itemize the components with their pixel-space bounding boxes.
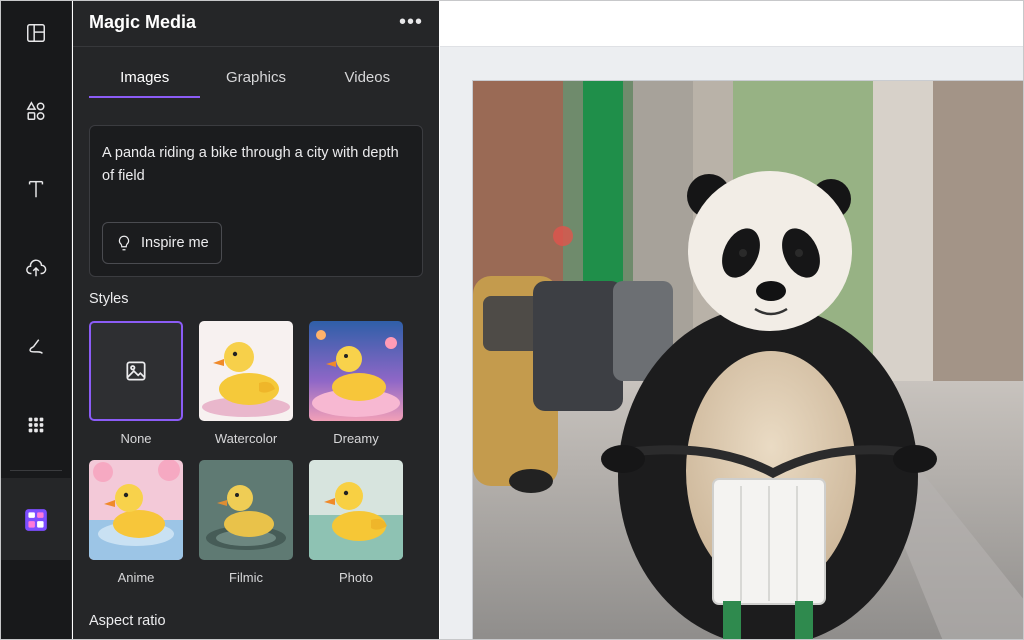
style-watercolor-thumb — [199, 321, 293, 421]
style-photo[interactable]: Photo — [309, 460, 403, 585]
text-icon — [28, 180, 44, 198]
upload-icon — [26, 259, 47, 277]
rail-divider — [10, 470, 62, 471]
style-filmic-label: Filmic — [229, 570, 263, 585]
style-anime-thumb — [89, 460, 183, 560]
rail-draw-button[interactable] — [0, 317, 72, 377]
style-watercolor[interactable]: Watercolor — [199, 321, 293, 446]
style-photo-thumb — [309, 460, 403, 560]
header-divider — [73, 46, 439, 47]
duck-filmic-image — [199, 460, 293, 560]
style-dreamy-thumb — [309, 321, 403, 421]
duck-dreamy-image — [309, 321, 403, 421]
tab-graphics[interactable]: Graphics — [200, 62, 311, 98]
tab-videos[interactable]: Videos — [312, 62, 423, 98]
canvas-area — [440, 0, 1024, 640]
lightbulb-icon — [118, 235, 130, 251]
rail-elements-button[interactable] — [0, 81, 72, 141]
tab-images[interactable]: Images — [89, 62, 201, 98]
duck-anime-image — [89, 460, 183, 560]
duck-photo-image — [309, 460, 403, 560]
layout-icon — [27, 24, 45, 42]
elements-icon — [26, 101, 45, 120]
style-filmic[interactable]: Filmic — [199, 460, 293, 585]
image-icon — [126, 361, 146, 381]
style-watercolor-label: Watercolor — [214, 431, 278, 446]
style-dreamy-label: Dreamy — [333, 431, 379, 446]
media-type-tabs: Images Graphics Videos — [89, 62, 423, 98]
inspire-me-button[interactable]: Inspire me — [102, 222, 222, 264]
style-none-label: None — [120, 431, 152, 446]
style-dreamy[interactable]: Dreamy — [309, 321, 403, 446]
duck-watercolor-image — [199, 321, 293, 421]
rail-apps-button[interactable] — [0, 395, 72, 455]
aspect-ratio-label: Aspect ratio — [89, 613, 166, 629]
panel-header: Magic Media ••• — [89, 10, 423, 34]
prompt-text[interactable]: A panda riding a bike through a city wit… — [102, 142, 408, 188]
styles-label: Styles — [89, 291, 129, 307]
panel-title: Magic Media — [89, 11, 197, 32]
design-page[interactable] — [472, 80, 1024, 640]
style-photo-label: Photo — [339, 570, 373, 585]
inspire-me-label: Inspire me — [141, 235, 209, 251]
more-options-button[interactable]: ••• — [399, 12, 423, 32]
style-anime[interactable]: Anime — [89, 460, 183, 585]
magic-media-panel: Magic Media ••• Images Graphics Videos A… — [73, 0, 439, 640]
panda-on-bike-image[interactable] — [473, 81, 1024, 640]
apps-icon — [28, 417, 44, 433]
rail-uploads-button[interactable] — [0, 238, 72, 298]
draw-icon — [29, 339, 44, 354]
side-rail — [0, 0, 72, 640]
style-none-thumb — [89, 321, 183, 421]
magic-media-icon — [25, 509, 47, 531]
style-filmic-thumb — [199, 460, 293, 560]
style-none[interactable]: None — [89, 321, 183, 446]
rail-design-button[interactable] — [0, 3, 72, 63]
rail-magic-media-button[interactable] — [0, 490, 72, 550]
style-anime-label: Anime — [117, 570, 155, 585]
rail-text-button[interactable] — [0, 159, 72, 219]
prompt-input[interactable]: A panda riding a bike through a city wit… — [89, 125, 423, 277]
